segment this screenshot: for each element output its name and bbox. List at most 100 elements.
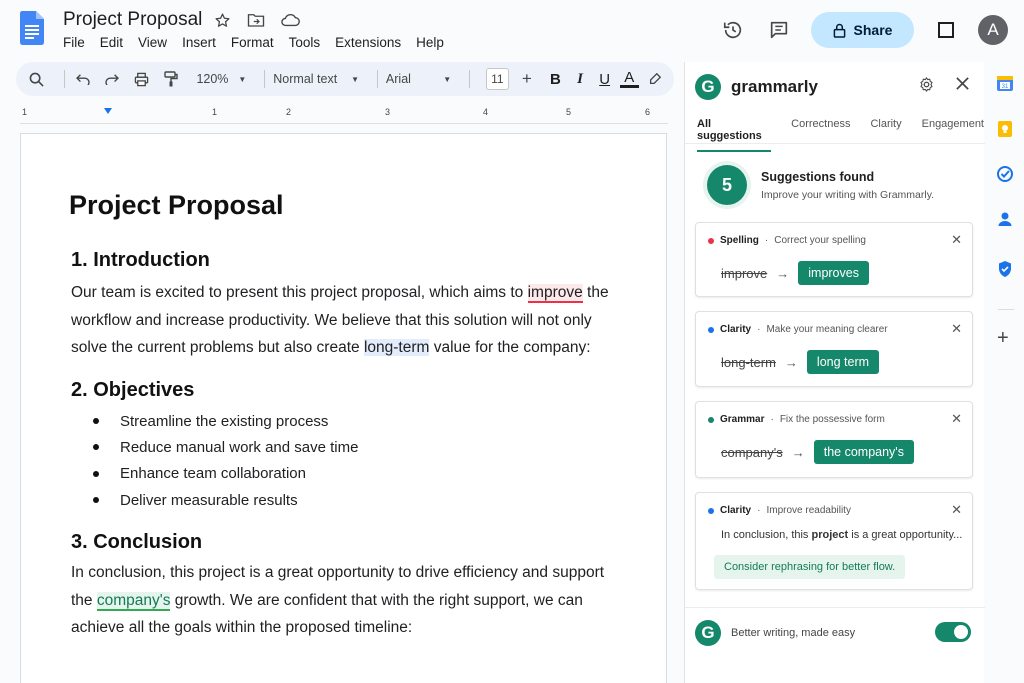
search-menus-icon[interactable] <box>26 68 47 90</box>
menu-edit[interactable]: Edit <box>100 35 131 50</box>
font-select[interactable]: Arial ▼ <box>386 72 451 86</box>
cloud-saved-icon[interactable] <box>280 10 300 30</box>
document-title[interactable]: Project Proposal <box>63 9 202 31</box>
category-dot-icon <box>708 416 714 423</box>
accept-suggestion-button[interactable]: improves <box>798 261 869 285</box>
docs-logo-icon[interactable] <box>20 11 44 45</box>
list-item: Deliver measurable results <box>93 487 358 513</box>
card-description: Make your meaning clearer <box>766 324 888 335</box>
bullet-icon <box>93 418 99 425</box>
formatting-toolbar: 120% ▼ Normal text ▼ Arial ▼ 11 + B I U … <box>16 62 674 96</box>
chevron-down-icon: ▼ <box>351 74 359 84</box>
menu-file[interactable]: File <box>63 35 93 50</box>
highlight-color-icon[interactable] <box>645 68 666 90</box>
move-to-folder-icon[interactable] <box>246 10 266 30</box>
indent-marker-icon[interactable] <box>104 108 112 114</box>
flagged-word-long-term[interactable]: long-term <box>363 339 430 356</box>
footer-text: Better writing, made easy <box>731 626 856 639</box>
star-icon[interactable] <box>212 10 232 30</box>
heading-conclusion: 3. Conclusion <box>71 531 203 553</box>
rail-divider <box>998 309 1014 310</box>
original-text: long-term <box>721 354 776 370</box>
category-dot-icon <box>708 237 714 244</box>
card-category: Grammar <box>720 414 765 425</box>
toolbar-divider <box>376 70 378 88</box>
print-icon[interactable] <box>131 68 152 90</box>
add-addon-icon[interactable]: + <box>997 327 1009 350</box>
arrow-right-icon: → <box>776 265 790 281</box>
grammarly-toggle[interactable] <box>935 622 971 642</box>
card-description: Improve readability <box>766 505 851 516</box>
contacts-icon[interactable] <box>996 210 1014 228</box>
grammarly-footer: G Better writing, made easy <box>685 607 985 657</box>
toggle-knob <box>954 625 968 639</box>
flagged-word-improve[interactable]: improve <box>527 284 583 303</box>
menu-tools[interactable]: Tools <box>289 35 329 50</box>
document-page[interactable]: Project Proposal 1. Introduction Our tea… <box>20 133 667 683</box>
ruler-number: 4 <box>483 107 489 117</box>
suggestion-card-spelling[interactable]: Spelling · Correct your spelling ✕ improve… <box>695 222 973 297</box>
accept-suggestion-button[interactable]: the company's <box>813 440 914 464</box>
undo-icon[interactable] <box>72 68 93 90</box>
calendar-icon[interactable]: 31 <box>996 74 1014 92</box>
bold-button[interactable]: B <box>546 71 565 88</box>
objectives-list: Streamline the existing process Reduce m… <box>93 408 358 513</box>
arrow-right-icon: → <box>791 444 805 460</box>
ruler-number: 1 <box>212 107 218 117</box>
category-dot-icon <box>708 326 714 333</box>
tab-engagement[interactable]: Engagement <box>922 118 984 152</box>
shield-icon[interactable] <box>996 260 1014 278</box>
card-category: Clarity <box>720 505 752 516</box>
suggestion-card-readability[interactable]: Clarity · Improve readability ✕ In conclus… <box>695 492 973 590</box>
toolbar-divider <box>264 70 266 88</box>
menu-insert[interactable]: Insert <box>182 35 224 50</box>
share-label: Share <box>853 22 893 38</box>
conclusion-paragraph: In conclusion, this project is a great o… <box>71 564 605 636</box>
menu-help[interactable]: Help <box>416 35 452 50</box>
flagged-word-companys[interactable]: company's <box>96 591 171 611</box>
tab-all-suggestions[interactable]: All suggestions <box>697 118 772 152</box>
dismiss-icon[interactable]: ✕ <box>951 232 962 248</box>
keep-notes-icon[interactable] <box>996 120 1014 138</box>
style-select[interactable]: Normal text ▼ <box>273 72 359 86</box>
text-color-button[interactable]: A <box>619 70 639 88</box>
menu-bar: File Edit View Insert Format Tools Exten… <box>63 35 459 50</box>
dismiss-icon[interactable]: ✕ <box>951 411 962 427</box>
grammarly-name: grammarly <box>731 77 818 96</box>
ruler-number: 6 <box>645 107 651 117</box>
share-button[interactable]: Share <box>811 12 914 48</box>
svg-text:31: 31 <box>1002 84 1009 90</box>
tab-correctness[interactable]: Correctness <box>791 118 850 152</box>
ruler-number: 2 <box>286 107 292 117</box>
original-text: company's <box>721 444 783 460</box>
rephrase-hint[interactable]: Consider rephrasing for better flow. <box>714 555 906 579</box>
paint-format-icon[interactable] <box>161 68 182 90</box>
accept-suggestion-button[interactable]: long term <box>806 350 880 374</box>
close-panel-icon[interactable] <box>955 76 970 98</box>
dismiss-icon[interactable]: ✕ <box>951 321 962 337</box>
suggestion-card-grammar[interactable]: Grammar · Fix the possessive form ✕ compan… <box>695 401 973 478</box>
present-icon[interactable] <box>932 16 960 44</box>
avatar[interactable]: A <box>978 15 1008 45</box>
italic-button[interactable]: I <box>571 71 590 88</box>
ruler[interactable]: 1 1 2 3 4 5 6 <box>20 106 668 124</box>
settings-gear-icon[interactable] <box>918 76 935 98</box>
zoom-select[interactable]: 120% ▼ <box>196 72 246 86</box>
redo-icon[interactable] <box>102 68 123 90</box>
comments-icon[interactable] <box>765 16 793 44</box>
font-size-input[interactable]: 11 <box>486 68 509 90</box>
list-item: Streamline the existing process <box>93 408 358 434</box>
suggestion-card-clarity[interactable]: Clarity · Make your meaning clearer ✕ long… <box>695 311 973 387</box>
dismiss-icon[interactable]: ✕ <box>951 502 962 518</box>
menu-extensions[interactable]: Extensions <box>335 35 409 50</box>
increase-font-size-icon[interactable]: + <box>517 68 538 90</box>
menu-format[interactable]: Format <box>231 35 282 50</box>
tab-clarity[interactable]: Clarity <box>870 118 901 152</box>
underline-button[interactable]: U <box>595 71 614 88</box>
tab-divider <box>685 143 985 144</box>
menu-view[interactable]: View <box>138 35 175 50</box>
grammarly-panel: G grammarly All suggestions Correctness … <box>684 62 985 683</box>
doc-heading-title: Project Proposal <box>69 190 284 220</box>
tasks-icon[interactable] <box>996 165 1014 183</box>
version-history-icon[interactable] <box>719 16 747 44</box>
